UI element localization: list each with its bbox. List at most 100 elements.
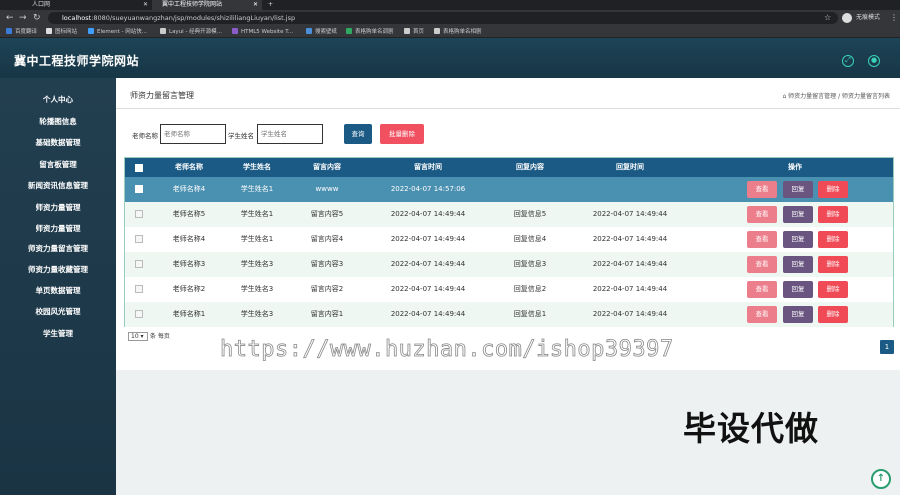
teacher-name-input[interactable] [160,124,226,144]
column-header: 留言内容 [313,163,341,171]
per-page-label: 条 每页 [149,333,170,340]
reply-button[interactable]: 回复 [783,231,813,248]
cell-reply-time: 2022-04-07 14:49:44 [592,235,668,243]
table-row[interactable]: 老师名称1 学生姓名3 留言内容1 2022-04-07 14:49:44 回复信息1 2… [125,302,893,327]
page-number-button[interactable]: 1 [880,340,894,354]
cell-time: 2022-04-07 14:49:44 [390,310,466,318]
browser-tab[interactable]: 人口网 ✕ [22,0,152,10]
sidebar-item[interactable]: 师资力量收藏管理 [0,263,116,277]
reload-icon[interactable]: ↻ [33,13,41,23]
view-button[interactable]: 查看 [747,306,777,323]
reply-button[interactable]: 回复 [783,181,813,198]
page-title: 师资力量留言管理 [130,91,194,100]
delete-button[interactable]: 删除 [818,231,848,248]
delete-button[interactable]: 删除 [818,256,848,273]
cell-content: 留言内容5 [310,210,344,218]
view-button[interactable]: 查看 [747,256,777,273]
view-button[interactable]: 查看 [747,206,777,223]
select-all-checkbox[interactable] [135,164,143,172]
row-checkbox[interactable] [135,285,143,293]
messages-table: 老师名称 学生姓名 留言内容 留言时间 回复内容 回复时间 操作 老师名称4 学生… [124,157,894,327]
table-row[interactable]: 老师名称3 学生姓名3 留言内容3 2022-04-07 14:49:44 回复信息3 2… [125,252,893,277]
forward-icon[interactable]: → [19,13,27,23]
sidebar-item[interactable]: 基础数据管理 [0,136,116,150]
sidebar-item[interactable]: 学生管理 [0,327,116,341]
bookmark-icon [306,28,312,34]
sidebar-item[interactable]: 个人中心 [0,93,116,107]
cell-reply: 回复信息1 [513,310,547,318]
table-row[interactable]: 老师名称5 学生姓名1 留言内容5 2022-04-07 14:49:44 回复信息5 2… [125,202,893,227]
delete-button[interactable]: 删除 [818,206,848,223]
cell-teacher: 老师名称5 [172,210,206,218]
student-name-input[interactable] [257,124,323,144]
table-row[interactable]: 老师名称2 学生姓名3 留言内容2 2022-04-07 14:49:44 回复信息2 2… [125,277,893,302]
new-tab-button[interactable]: + [268,0,273,10]
sidebar-item[interactable]: 师资力量留言管理 [0,242,116,256]
reply-button[interactable]: 回复 [783,206,813,223]
column-header: 学生姓名 [243,163,271,171]
profile-label[interactable]: 无痕模式 [856,13,880,23]
tab-label: 翼中工程技师学院网站 [162,1,223,8]
view-button[interactable]: 查看 [747,281,777,298]
fullscreen-icon[interactable]: ⤢ [842,55,854,67]
view-button[interactable]: 查看 [747,181,777,198]
cell-time: 2022-04-07 14:49:44 [390,285,466,293]
bookmark-item[interactable]: 表格购单名调剧 [346,27,394,37]
promo-overlay-text: 毕设代做 [683,409,819,448]
close-icon[interactable]: ✕ [143,0,148,10]
row-checkbox[interactable] [135,210,143,218]
delete-button[interactable]: 删除 [818,281,848,298]
row-checkbox[interactable] [135,185,143,193]
cell-reply-time: 2022-04-07 14:49:44 [592,285,668,293]
sidebar-item[interactable]: 轮播图信息 [0,115,116,129]
row-checkbox[interactable] [135,310,143,318]
cell-time: 2022-04-07 14:57:06 [390,185,466,193]
bookmark-label: Layui - 经典开源模... [169,29,222,35]
sidebar-item[interactable]: 新闻资讯信息管理 [0,179,116,193]
avatar[interactable] [842,13,852,23]
reply-button[interactable]: 回复 [783,256,813,273]
table-row[interactable]: 老师名称4 学生姓名1 wwww 2022-04-07 14:57:06 查看 回复 删除 [125,177,893,202]
browser-tab-active[interactable]: 翼中工程技师学院网站 ✕ [152,0,262,10]
table-row[interactable]: 老师名称4 学生姓名1 留言内容4 2022-04-07 14:49:44 回复信息4 2… [125,227,893,252]
bookmark-icon [88,28,94,34]
sidebar-item[interactable]: 单页数据管理 [0,284,116,298]
row-checkbox[interactable] [135,235,143,243]
bookmark-item[interactable]: 百度翻译 [6,27,37,37]
bookmark-item[interactable]: 表格购单名相剧 [434,27,482,37]
bookmark-item[interactable]: HTML5 Website T... [232,27,293,37]
bookmark-item[interactable]: Element - 网站快... [88,27,147,37]
batch-delete-button[interactable]: 批量删除 [380,124,424,144]
url-field[interactable]: localhost:8080/sueyuanwangzhan/jsp/modul… [48,12,838,24]
scroll-top-icon[interactable]: ↑ [871,469,891,489]
bookmark-item[interactable]: 图标网站 [46,27,77,37]
user-icon[interactable]: ● [868,55,880,67]
bookmark-item[interactable]: Layui - 经典开源模... [160,27,222,37]
delete-button[interactable]: 删除 [818,306,848,323]
cell-teacher: 老师名称1 [172,310,206,318]
row-checkbox[interactable] [135,260,143,268]
sidebar-item[interactable]: 留言板管理 [0,158,116,172]
close-icon[interactable]: ✕ [253,0,258,10]
menu-icon[interactable]: ⋮ [890,13,898,23]
reply-button[interactable]: 回复 [783,306,813,323]
bookmark-label: Element - 网站快... [97,29,147,35]
page-size-select[interactable]: 10 ▾ [128,332,148,341]
bookmark-icon [160,28,166,34]
delete-button[interactable]: 删除 [818,181,848,198]
search-button[interactable]: 查询 [344,124,372,144]
breadcrumb-text[interactable]: 师资力量留言管理 / 师资力量留言列表 [788,93,890,100]
bookmark-item[interactable]: 搜索壁纸 [306,27,337,37]
sidebar-item[interactable]: 师资力量管理 [0,201,116,215]
sidebar-item[interactable]: 师资力量管理 [0,222,116,236]
back-icon[interactable]: ← [6,13,14,23]
address-bar-row: ← → ↻ localhost:8080/sueyuanwangzhan/jsp… [0,10,900,26]
table-header: 老师名称 学生姓名 留言内容 留言时间 回复内容 回复时间 操作 [125,158,893,177]
view-button[interactable]: 查看 [747,231,777,248]
bookmark-icon [434,28,440,34]
bookmark-item[interactable]: 首页 [404,27,424,37]
reply-button[interactable]: 回复 [783,281,813,298]
bookmark-star-icon[interactable]: ☆ [824,13,831,22]
teacher-name-label: 老师名称 [132,132,158,140]
sidebar-item[interactable]: 校园风光管理 [0,305,116,319]
